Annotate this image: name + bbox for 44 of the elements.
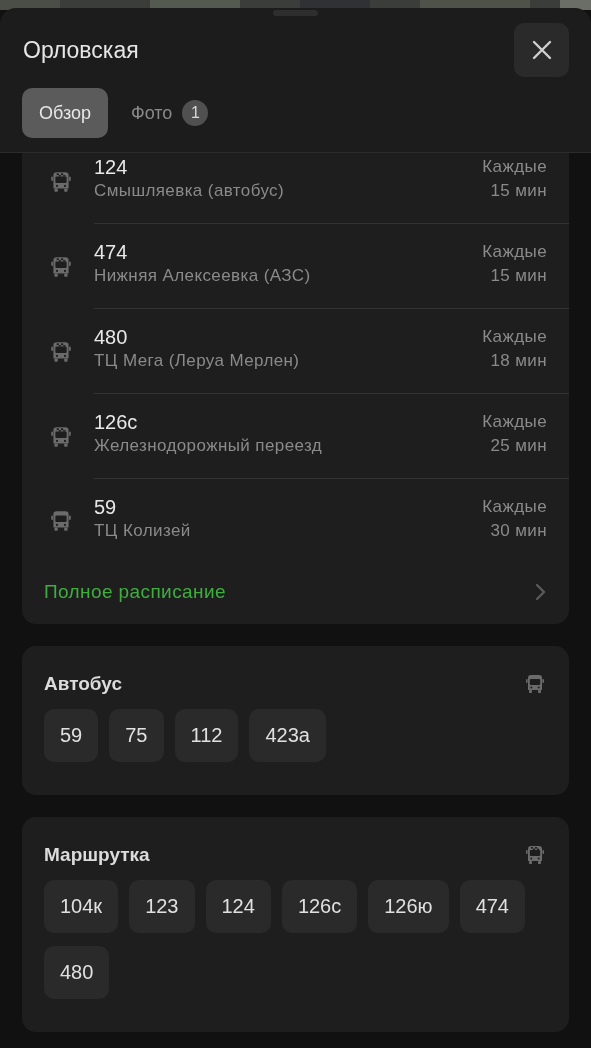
route-chip[interactable]: 124 — [205, 880, 271, 933]
route-number: 124 — [94, 155, 129, 179]
count-badge: 1 — [182, 100, 209, 126]
frequency-value: 15 мин — [490, 265, 547, 287]
route-chip[interactable]: 126с — [281, 880, 358, 933]
route-chip[interactable]: 104к — [44, 880, 119, 933]
route-chip[interactable]: 112 — [174, 709, 239, 762]
close-icon — [530, 39, 553, 61]
route-chip[interactable]: 75 — [109, 709, 164, 762]
frequency-label: Каждые — [482, 156, 547, 178]
frequency-label: Каждые — [482, 411, 547, 433]
tab[interactable]: Обзор — [22, 88, 108, 138]
frequency-value: 30 мин — [490, 520, 547, 542]
chevron-icon — [535, 583, 547, 601]
tab[interactable]: Фото 1 — [114, 88, 226, 138]
frequency-value: 15 мин — [490, 180, 547, 202]
frequency-value: 25 мин — [490, 435, 547, 457]
stop-title: Орловская — [23, 36, 139, 64]
frequency-label: Каждые — [482, 241, 547, 263]
route-number: 480 — [94, 325, 129, 349]
route-chip[interactable]: 423а — [249, 709, 326, 762]
route-number: 59 — [94, 495, 118, 519]
route-destination: Смышляевка (автобус) — [94, 180, 285, 202]
route-chip[interactable]: 126ю — [368, 880, 449, 933]
route-chip[interactable]: 123 — [129, 880, 195, 933]
frequency-value: 18 мин — [490, 350, 547, 372]
close-button[interactable] — [514, 23, 569, 77]
route-chip[interactable]: 474 — [459, 880, 525, 933]
minibus-icon — [523, 843, 547, 867]
transport-type-title: Автобус — [44, 672, 122, 696]
bus-icon — [523, 672, 547, 696]
route-destination: Нижняя Алексеевка (АЗС) — [94, 265, 311, 287]
route-destination: ТЦ Мега (Леруа Мерлен) — [94, 350, 300, 372]
route-chip[interactable]: 59 — [44, 709, 99, 762]
frequency-label: Каждые — [482, 326, 547, 348]
full-schedule-link[interactable]: Полное расписание — [44, 581, 226, 603]
transport-type-title: Маршрутка — [44, 843, 150, 867]
route-destination: Железнодорожный переезд — [94, 435, 323, 457]
frequency-label: Каждые — [482, 496, 547, 518]
bus-icon — [48, 508, 74, 534]
route-destination: ТЦ Колизей — [94, 520, 191, 542]
route-number: 126с — [94, 410, 139, 434]
route-number: 474 — [94, 240, 129, 264]
route-chip[interactable]: 480 — [44, 946, 110, 999]
